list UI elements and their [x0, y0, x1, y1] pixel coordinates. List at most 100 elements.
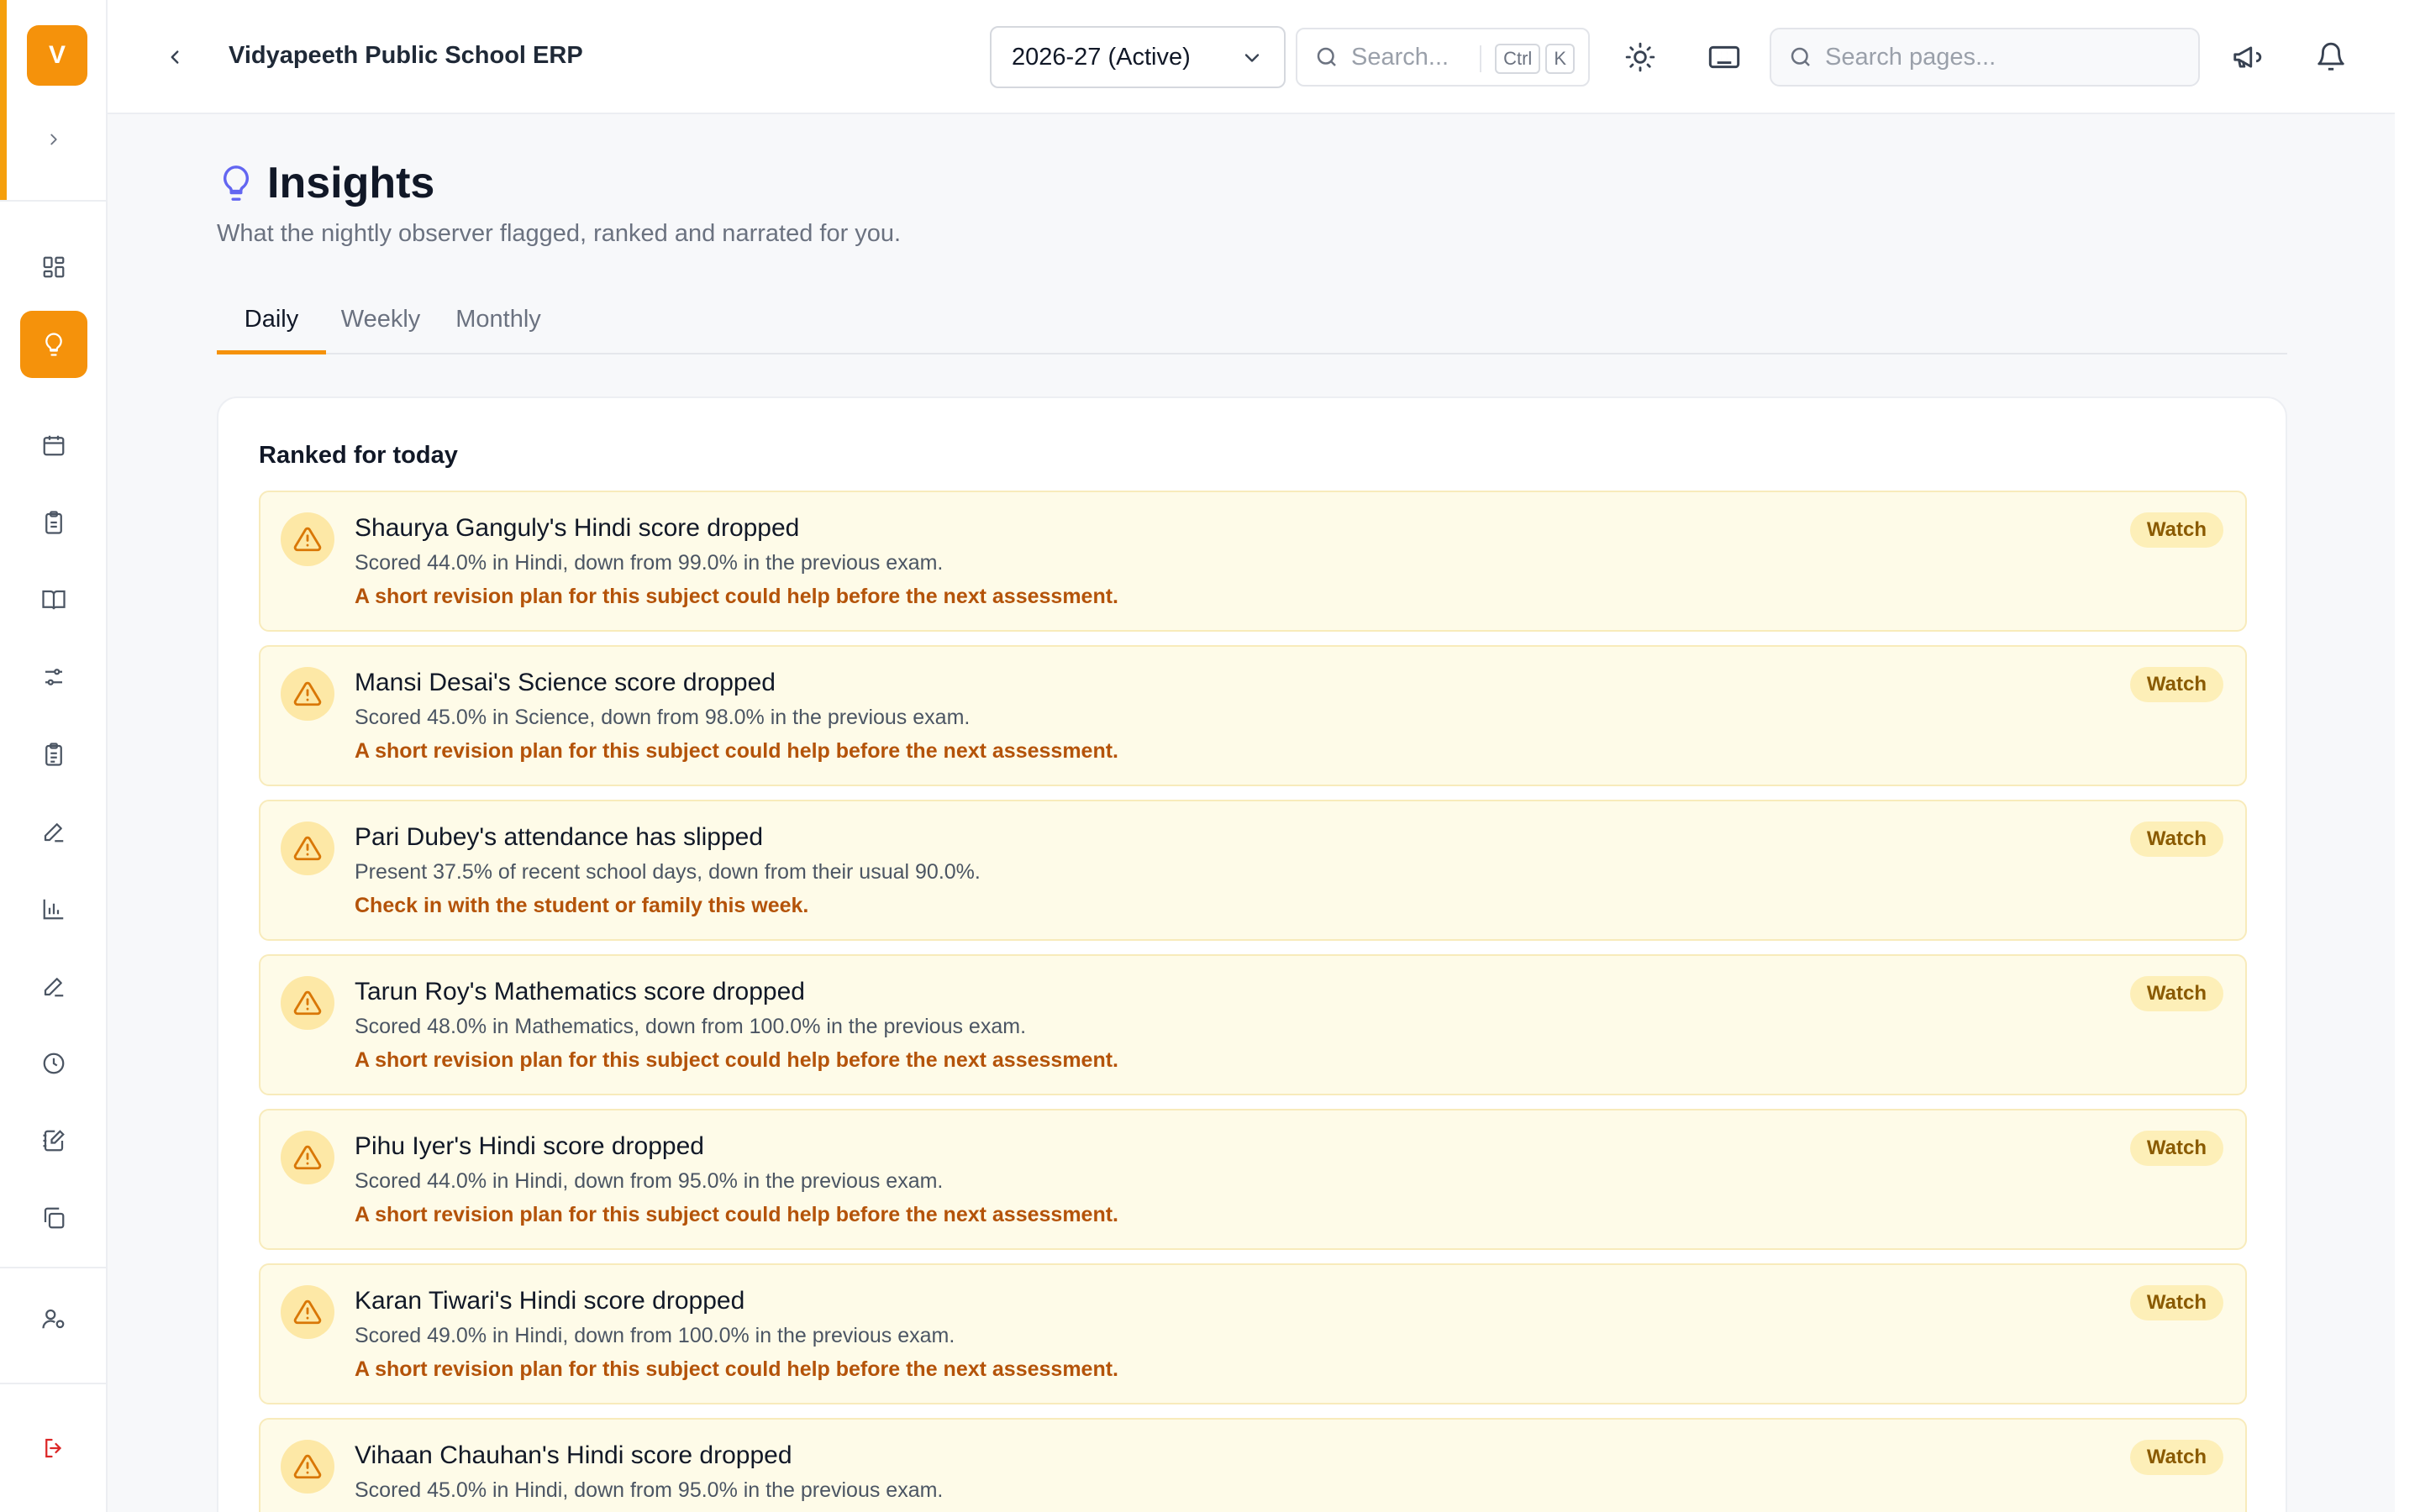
chevron-left-icon — [171, 50, 179, 64]
sidebar-item-homework[interactable] — [20, 1107, 87, 1174]
pencil-icon — [44, 823, 64, 843]
page-title: Insights — [267, 159, 435, 207]
tab-daily[interactable]: Daily — [217, 297, 326, 354]
sidebar-item-clipboard[interactable] — [20, 489, 87, 556]
insight-description: Scored 45.0% in Science, down from 98.0%… — [355, 706, 971, 729]
insight-title: Vihaan Chauhan's Hindi score dropped — [355, 1441, 792, 1469]
ranked-title: Ranked for today — [259, 442, 458, 469]
severity-badge: Watch — [2129, 667, 2223, 702]
user-settings-icon — [42, 1309, 65, 1329]
academic-year-value: 2026-27 (Active) — [1012, 43, 1191, 71]
insight-description: Scored 49.0% in Hindi, down from 100.0% … — [355, 1324, 955, 1347]
kbd-k: K — [1545, 44, 1575, 74]
page-search-placeholder: Search pages... — [1825, 43, 1996, 71]
insight-title: Mansi Desai's Science score dropped — [355, 669, 776, 696]
insight-item[interactable]: Pihu Iyer's Hindi score dropped Scored 44… — [259, 1109, 2247, 1250]
book-icon — [42, 590, 66, 610]
insight-suggestion: A short revision plan for this subject c… — [355, 585, 1118, 608]
search-icon — [1791, 47, 1810, 66]
severity-badge: Watch — [2129, 1440, 2223, 1475]
back-button[interactable] — [156, 39, 193, 76]
severity-badge: Watch — [2129, 1285, 2223, 1320]
bell-icon — [2317, 42, 2344, 71]
academic-year-select[interactable]: 2026-27 (Active) — [990, 26, 1286, 88]
period-tabs: Daily Weekly Monthly — [217, 297, 2287, 354]
insight-item[interactable]: Shaurya Ganguly's Hindi score dropped Sco… — [259, 491, 2247, 632]
insight-description: Present 37.5% of recent school days, dow… — [355, 860, 981, 884]
tab-monthly[interactable]: Monthly — [437, 297, 560, 354]
insight-title: Tarun Roy's Mathematics score dropped — [355, 978, 805, 1005]
insight-description: Scored 44.0% in Hindi, down from 99.0% i… — [355, 551, 944, 575]
insight-suggestion: A short revision plan for this subject c… — [355, 1357, 1118, 1381]
global-search-input[interactable]: Search... Ctrl K — [1296, 28, 1590, 87]
sidebar-item-documents[interactable] — [20, 1184, 87, 1252]
insight-title: Shaurya Ganguly's Hindi score dropped — [355, 514, 800, 542]
warning-badge — [281, 1285, 334, 1339]
logout-button[interactable] — [20, 1415, 87, 1482]
page-search-input[interactable]: Search pages... — [1770, 28, 2200, 87]
clipboard-icon — [45, 511, 62, 534]
ranked-insights-card: Ranked for today Shaurya Ganguly's Hindi… — [217, 396, 2287, 1512]
insight-suggestion: A short revision plan for this subject c… — [355, 739, 1118, 763]
insight-description: Scored 44.0% in Hindi, down from 95.0% i… — [355, 1169, 944, 1193]
calendar-icon — [43, 435, 65, 456]
tab-weekly[interactable]: Weekly — [326, 297, 435, 354]
sidebar-item-user-settings[interactable] — [20, 1285, 87, 1352]
sidebar-item-insights[interactable] — [20, 311, 87, 378]
page-title-row: Insights — [217, 158, 434, 208]
warning-badge — [281, 1440, 334, 1494]
sun-icon — [1625, 42, 1655, 72]
warning-triangle-icon — [293, 1299, 322, 1325]
sidebar-item-timetable[interactable] — [20, 1030, 87, 1097]
logout-icon — [45, 1438, 62, 1458]
warning-badge — [281, 1131, 334, 1184]
clipboard-list-icon — [45, 743, 62, 766]
sidebar-item-settings[interactable] — [20, 643, 87, 711]
megaphone-icon — [2233, 46, 2262, 68]
lightbulb-icon — [224, 165, 249, 201]
insight-item[interactable]: Pari Dubey's attendance has slipped Prese… — [259, 800, 2247, 941]
warning-triangle-icon — [293, 1145, 322, 1170]
sidebar-item-assignments[interactable] — [20, 721, 87, 788]
sidebar-expand-button[interactable] — [37, 123, 71, 156]
insight-title: Karan Tiwari's Hindi score dropped — [355, 1287, 745, 1315]
warning-badge — [281, 976, 334, 1030]
severity-badge: Watch — [2129, 822, 2223, 857]
bar-chart-icon — [43, 899, 64, 920]
warning-badge — [281, 512, 334, 566]
sidebar-item-exams[interactable] — [20, 798, 87, 865]
theme-toggle-button[interactable] — [1620, 37, 1660, 77]
warning-triangle-icon — [293, 990, 322, 1016]
insight-item[interactable]: Mansi Desai's Science score dropped Score… — [259, 645, 2247, 786]
sidebar-divider — [0, 1267, 108, 1268]
insight-item[interactable]: Vihaan Chauhan's Hindi score dropped Scor… — [259, 1418, 2247, 1512]
sidebar-accent-bar — [0, 0, 7, 202]
keyboard-shortcuts-button[interactable] — [1704, 37, 1744, 77]
top-header: Vidyapeeth Public School ERP 2026-27 (Ac… — [108, 0, 2395, 114]
copy-icon — [44, 1207, 65, 1229]
kbd-ctrl: Ctrl — [1495, 44, 1541, 74]
insight-item[interactable]: Karan Tiwari's Hindi score dropped Scored… — [259, 1263, 2247, 1404]
page-scrollbar-track[interactable] — [2395, 0, 2420, 1512]
sidebar-item-library[interactable] — [20, 566, 87, 633]
sidebar-item-marks[interactable] — [20, 953, 87, 1020]
notifications-button[interactable] — [2311, 37, 2351, 77]
chevron-right-icon — [50, 134, 57, 145]
insight-description: Scored 48.0% in Mathematics, down from 1… — [355, 1015, 1027, 1038]
global-search-placeholder: Search... — [1351, 43, 1449, 71]
sliders-icon — [45, 669, 62, 685]
insight-title: Pihu Iyer's Hindi score dropped — [355, 1132, 704, 1160]
warning-triangle-icon — [293, 527, 322, 552]
sidebar-item-reports[interactable] — [20, 875, 87, 942]
school-logo[interactable]: V — [27, 25, 87, 86]
severity-badge: Watch — [2129, 1131, 2223, 1166]
sidebar: V — [0, 0, 108, 1512]
sidebar-item-dashboard[interactable] — [20, 234, 87, 301]
sidebar-divider — [0, 200, 108, 202]
announcements-button[interactable] — [2227, 37, 2267, 77]
warning-badge — [281, 822, 334, 875]
sidebar-item-calendar[interactable] — [20, 412, 87, 479]
insight-item[interactable]: Tarun Roy's Mathematics score dropped Sco… — [259, 954, 2247, 1095]
insight-suggestion: A short revision plan for this subject c… — [355, 1203, 1118, 1226]
kbd-separator — [1480, 45, 1482, 72]
